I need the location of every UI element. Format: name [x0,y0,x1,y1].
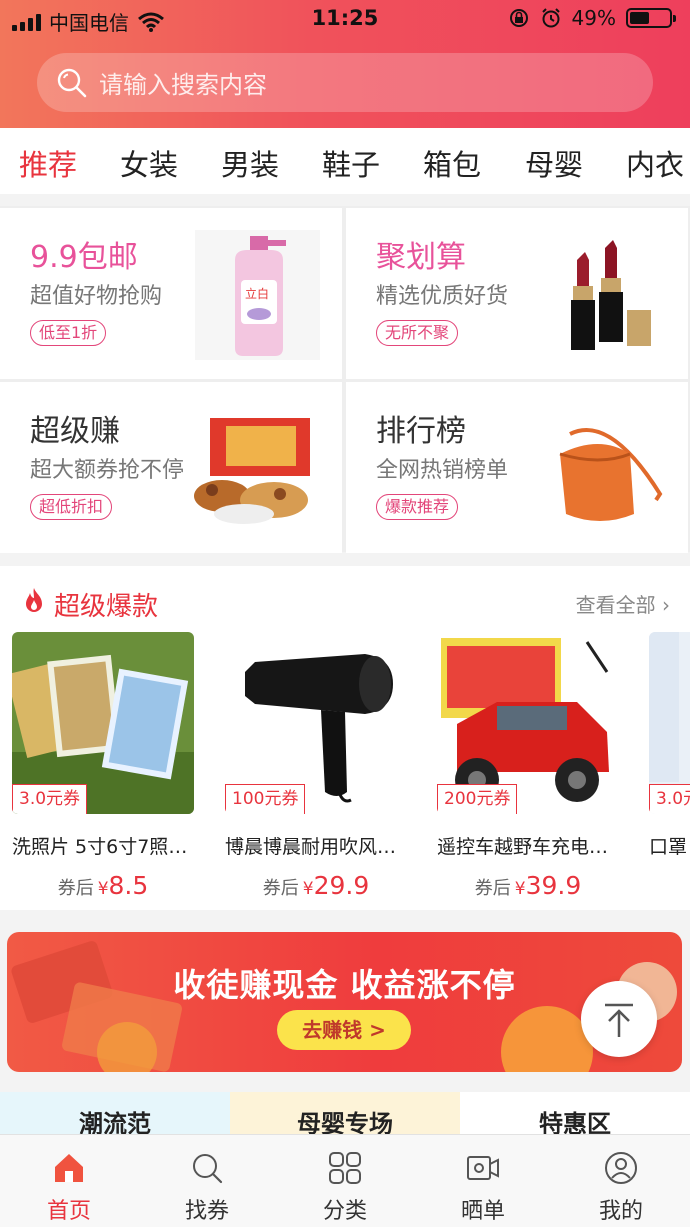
grid-icon [329,1152,361,1184]
promo-card-juhuasuan[interactable]: 聚划算 精选优质好货 无所不聚 [346,208,688,379]
search-icon [193,1154,223,1184]
promo-title: 超级赚 [30,414,120,449]
nav-label: 晒单 [460,1199,505,1224]
tab-men[interactable]: 男装 [221,142,279,184]
product-price: 券后 ¥39.9 [437,871,619,900]
fire-icon [26,588,42,612]
arrow-up-icon [605,1003,633,1037]
product-card[interactable]: 3.0元 口罩 [649,632,690,859]
view-all-label: 查看全部 [575,593,656,617]
search-icon [57,68,87,97]
search-input[interactable]: 请输入搜索内容 [37,53,653,112]
zone-baby[interactable]: 母婴专场 [230,1092,460,1140]
zone-deals[interactable]: 特惠区 [460,1092,690,1140]
coupon-badge: 200元券 [437,784,518,814]
nav-find-coupon[interactable]: 找券 [138,1135,276,1227]
product-image: 200元券 [437,632,619,814]
search-placeholder: 请输入搜索内容 [99,71,267,99]
view-all-link[interactable]: 查看全部 › [576,589,670,618]
price-label: 券后 [474,878,511,899]
nav-show-order[interactable]: 晒单 [414,1135,552,1227]
product-image: 3.0元 [649,632,690,814]
category-tabs: 推荐 女装 男装 鞋子 箱包 母婴 内衣 [0,128,690,194]
product-card[interactable]: 3.0元券 洗照片 5寸6寸7照片冲印 券后¥8.5 [12,632,194,900]
currency-symbol: ¥ [302,879,314,899]
nav-label: 分类 [322,1199,367,1224]
product-price: 券后 ¥29.9 [225,871,407,900]
tab-bags[interactable]: 箱包 [423,142,481,184]
promo-tag: 超低折扣 [30,494,113,520]
rotation-lock-icon [509,9,528,27]
product-card[interactable]: 100元券 博晨博晨耐用吹风机家用 券后¥29.9 [225,632,407,900]
detergent-bottle-image: 立白 [195,230,320,360]
video-icon [467,1156,499,1180]
coupon-badge: 3.0元券 [12,784,88,814]
tab-underwear[interactable]: 内衣 [626,142,684,184]
promo-card-9-9[interactable]: 9.9包邮 超值好物抢购 低至1折 立白 [0,208,342,379]
nav-label: 找券 [184,1199,229,1224]
battery-icon [626,8,676,28]
coupon-badge: 3.0元 [649,784,690,814]
nav-label: 首页 [46,1199,91,1224]
zone-trend[interactable]: 潮流范 [0,1092,230,1140]
back-to-top-button[interactable] [581,981,657,1057]
user-icon [605,1152,637,1184]
promo-subtitle: 精选优质好货 [376,284,509,309]
product-name: 洗照片 5寸6寸7照片冲印 [12,836,194,858]
snack-gift-box-image [184,404,324,534]
promo-tag: 无所不聚 [376,320,459,346]
product-price: 券后 ¥8.5 [12,871,194,900]
promo-subtitle: 超大额券抢不停 [30,458,185,483]
price-value: 8.5 [108,871,149,900]
zone-strip: 潮流范 母婴专场 特惠区 [0,1092,690,1140]
nav-home[interactable]: 首页 [0,1135,138,1227]
nav-category[interactable]: 分类 [276,1135,414,1227]
super-hot-section: 超级爆款 查看全部 › 3.0元券 洗照片 5寸6寸7照片冲印 券后¥8.5 [0,566,690,910]
product-image: 3.0元券 [12,632,194,814]
orange-bag-image [530,404,670,534]
price-value: 29.9 [313,871,370,900]
coupon-badge: 100元券 [225,784,306,814]
promo-title: 排行榜 [376,414,466,449]
product-name: 口罩 [649,836,688,858]
tab-recommend[interactable]: 推荐 [19,142,77,184]
product-name: 遥控车越野车充电玩具车 [437,836,619,858]
promo-subtitle: 超值好物抢购 [30,284,163,309]
svg-text:立白: 立白 [245,286,269,301]
promo-title: 9.9包邮 [30,240,138,275]
product-image: 100元券 [225,632,407,814]
promo-title: 聚划算 [376,240,466,275]
section-title: 超级爆款 [54,592,159,622]
promo-card-super-earn[interactable]: 超级赚 超大额券抢不停 超低折扣 [0,382,342,553]
home-icon [55,1154,83,1182]
status-bar: 中国电信 11:25 49% [0,0,690,38]
promo-card-ranking[interactable]: 排行榜 全网热销榜单 爆款推荐 [346,382,688,553]
battery-percent: 49% [571,6,616,30]
chevron-right-icon: › [662,593,670,617]
tab-women[interactable]: 女装 [120,142,178,184]
lipstick-image [541,230,666,360]
tab-baby[interactable]: 母婴 [525,142,583,184]
currency-symbol: ¥ [514,879,526,899]
price-label: 券后 [262,878,299,899]
bottom-navigation: 首页 找券 分类 晒单 我的 [0,1134,690,1227]
tab-shoes[interactable]: 鞋子 [322,142,380,184]
alarm-icon [541,8,560,28]
promo-grid: 9.9包邮 超值好物抢购 低至1折 立白 聚划算 精选优质好货 无所不聚 超级赚 [0,206,690,553]
product-card[interactable]: 200元券 遥控车越野车充电玩具车 券后¥39.9 [437,632,619,900]
nav-mine[interactable]: 我的 [552,1135,690,1227]
price-label: 券后 [57,878,94,899]
nav-label: 我的 [598,1199,643,1224]
promo-subtitle: 全网热销榜单 [376,458,509,483]
go-earn-button[interactable]: 去赚钱 > [277,1010,411,1050]
promo-tag: 爆款推荐 [376,494,459,520]
product-name: 博晨博晨耐用吹风机家用 [225,836,407,858]
promo-tag: 低至1折 [30,320,107,346]
price-value: 39.9 [525,871,582,900]
currency-symbol: ¥ [97,879,109,899]
